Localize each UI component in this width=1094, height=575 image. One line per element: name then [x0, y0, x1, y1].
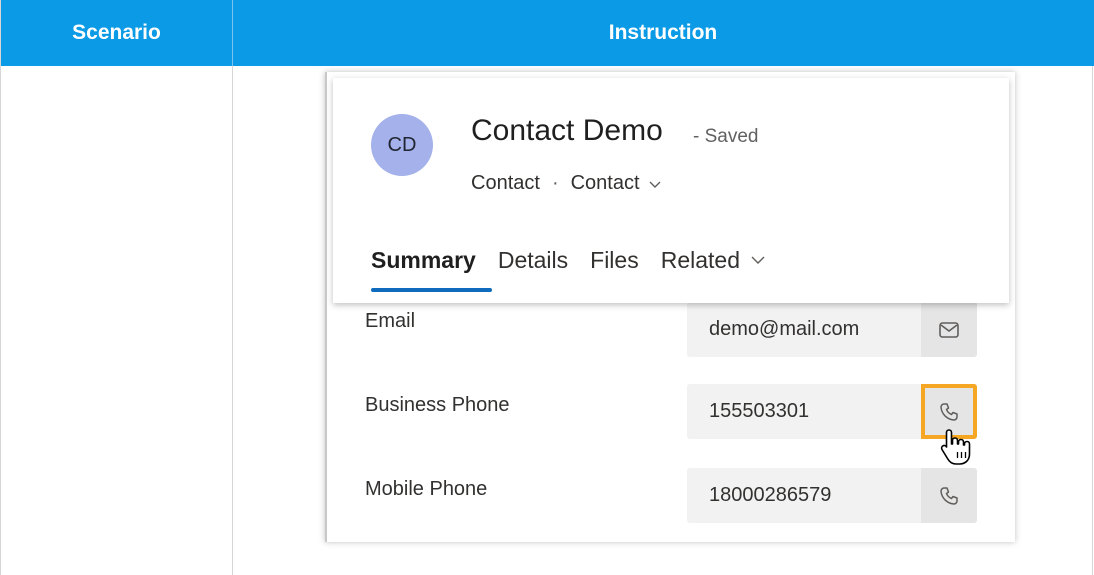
separator: ·	[551, 172, 559, 194]
business-phone-label: Business Phone	[365, 394, 510, 416]
chevron-down-icon[interactable]	[648, 177, 662, 191]
column-header-scenario: Scenario	[72, 21, 161, 44]
table-header: Scenario Instruction	[1, 0, 1094, 66]
email-value[interactable]: demo@mail.com	[709, 302, 859, 357]
mobile-phone-value[interactable]: 18000286579	[709, 468, 831, 523]
avatar: CD	[371, 114, 433, 176]
record-title: Contact Demo	[471, 114, 663, 147]
active-tab-indicator	[371, 288, 492, 292]
contact-form-screenshot: Email demo@mail.com Business Phone 15550…	[325, 72, 1015, 542]
tab-list: Summary Details Files Related	[371, 230, 788, 290]
business-phone-value[interactable]: 155503301	[709, 384, 809, 439]
column-divider	[232, 66, 233, 575]
column-header-instruction: Instruction	[608, 21, 718, 44]
entity-type: Contact	[471, 172, 540, 194]
tab-details[interactable]: Details	[498, 247, 568, 274]
call-mobile-phone-button[interactable]	[921, 468, 977, 523]
hand-cursor-icon	[940, 429, 971, 465]
mail-icon	[939, 321, 959, 338]
tab-summary[interactable]: Summary	[371, 247, 476, 274]
form-selector[interactable]: Contact	[571, 172, 662, 195]
form-selector-label[interactable]: Contact	[571, 172, 640, 195]
email-field[interactable]: demo@mail.com	[687, 302, 977, 357]
entity-breadcrumb: Contact · Contact	[471, 172, 662, 195]
tab-related[interactable]: Related	[661, 247, 766, 274]
phone-icon	[940, 402, 958, 421]
phone-icon	[940, 486, 958, 505]
tab-files[interactable]: Files	[590, 247, 639, 274]
business-phone-field[interactable]: 155503301	[687, 384, 977, 439]
mobile-phone-label: Mobile Phone	[365, 478, 488, 500]
record-header: CD Contact Demo - Saved Contact · Contac…	[333, 78, 1009, 303]
tab-related-label[interactable]: Related	[661, 247, 740, 274]
mobile-phone-field[interactable]: 18000286579	[687, 468, 977, 523]
email-label: Email	[365, 310, 416, 332]
chevron-down-icon[interactable]	[750, 252, 766, 268]
save-status: - Saved	[693, 126, 759, 147]
send-email-button[interactable]	[921, 302, 977, 357]
